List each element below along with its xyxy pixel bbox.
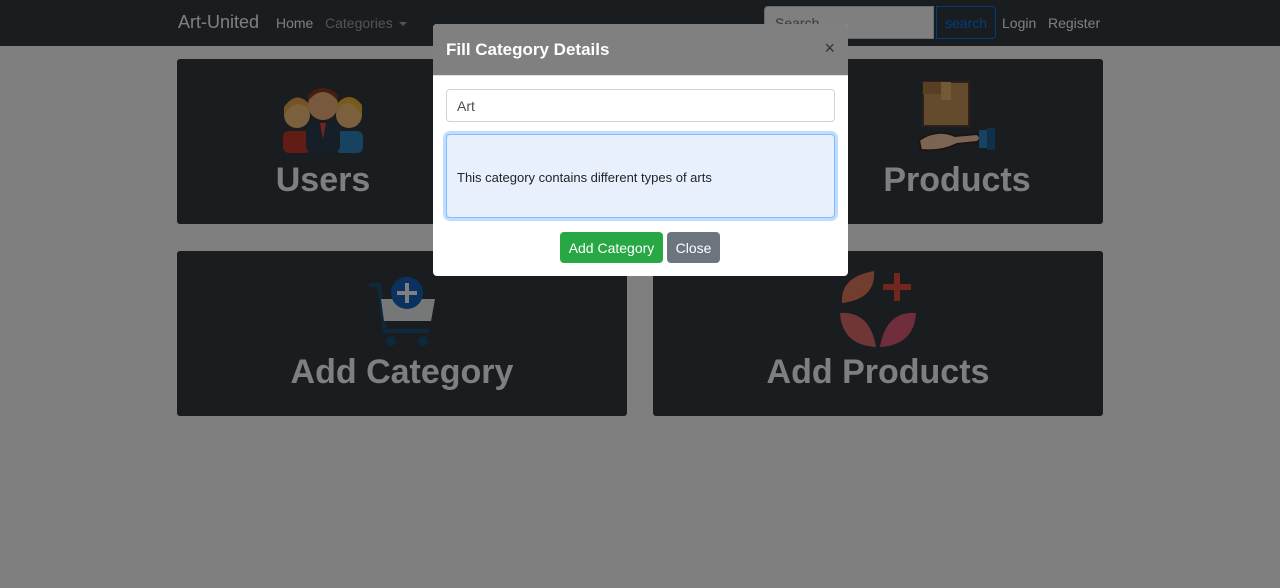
category-description-textarea[interactable]: This category contains different types o… [446, 134, 835, 218]
modal-title: Fill Category Details [446, 40, 610, 59]
close-button[interactable]: Close [667, 232, 720, 263]
category-name-input[interactable] [446, 89, 835, 122]
category-modal: Fill Category Details × This category co… [433, 24, 848, 276]
modal-header: Fill Category Details × [433, 24, 848, 76]
close-icon[interactable]: × [824, 38, 835, 58]
add-category-button[interactable]: Add Category [560, 232, 663, 263]
